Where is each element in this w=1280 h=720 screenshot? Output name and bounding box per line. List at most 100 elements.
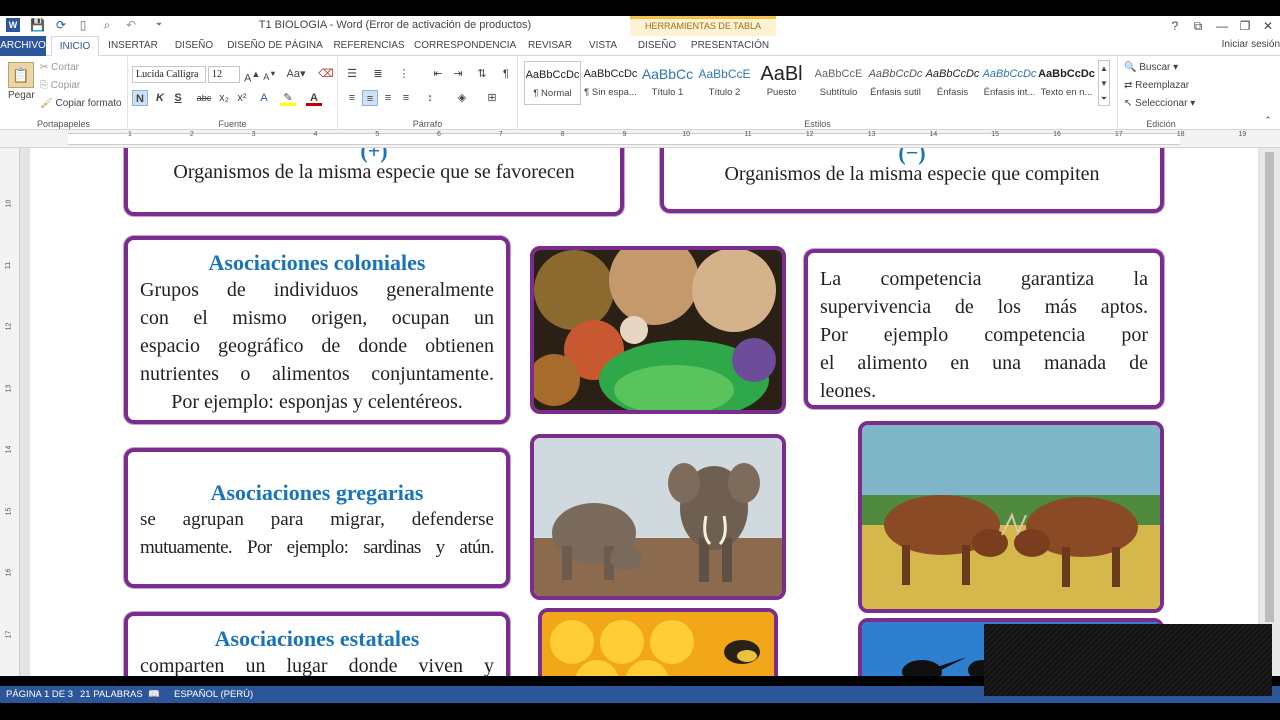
style-enfasis[interactable]: AaBbCcDc Énfasis [924,61,981,105]
copy-button[interactable]: ⎘ Copiar [40,78,80,94]
numbering-icon[interactable]: ≣ [370,66,386,82]
tab-inicio[interactable]: INICIO [51,36,99,57]
ruler-number: 9 [622,131,627,138]
style-preview: AaBbCc [641,66,694,82]
subscript-button[interactable]: x₂ [216,90,232,106]
font-color-icon[interactable]: A [306,90,322,106]
honeycomb-bee-image[interactable] [538,608,778,676]
align-center-icon[interactable]: ≡ [362,90,378,106]
font-size-select[interactable]: 12 [208,66,240,83]
tab-diseno[interactable]: DISEÑO [168,36,220,56]
ruler-number: 15 [991,131,1000,138]
decrease-indent-icon[interactable]: ⇤ [430,66,446,82]
style-preview: AaBbCcDc [1038,68,1095,80]
style-normal[interactable]: AaBbCcDc ¶ Normal [524,61,581,105]
find-button[interactable]: 🔍 Buscar ▾ [1124,60,1178,76]
multilevel-list-icon[interactable]: ⋮ [396,66,412,82]
align-left-icon[interactable]: ≡ [344,90,360,106]
highlight-color-icon[interactable]: ✎ [280,90,296,106]
replace-icon: ⇄ [1124,80,1133,91]
ruler-number: 4 [313,131,318,138]
bold-button[interactable]: N [132,90,148,106]
style-sin-espaciado[interactable]: AaBbCcDc ¶ Sin espa... [582,61,639,105]
borders-icon[interactable]: ⊞ [484,90,500,106]
tab-referencias[interactable]: REFERENCIAS [330,36,408,56]
style-preview: AaBbCcDc [868,68,923,80]
vertical-ruler-number: 17 [5,630,13,638]
vertical-scrollbar[interactable] [1260,148,1280,676]
bullets-icon[interactable]: ☰ [344,66,360,82]
style-titulo-1[interactable]: AaBbCc Título 1 [639,61,696,105]
select-button[interactable]: ↖ Seleccionar ▾ [1124,96,1195,112]
style-enfasis-intenso[interactable]: AaBbCcDc Énfasis int... [981,61,1038,105]
close-button[interactable]: ✕ [1258,17,1278,35]
gregarias-line-1: se agrupan para migrar, defenderse [140,509,494,530]
document-page[interactable]: (+) Organismos de la misma especie que s… [30,148,1258,676]
restore-button[interactable]: ❐ [1235,17,1255,35]
style-name: Énfasis [936,87,969,98]
line-spacing-icon[interactable]: ↕ [422,90,438,106]
ribbon-display-options-icon[interactable]: ⧉ [1188,17,1208,35]
word-count[interactable]: 21 PALABRAS [80,686,143,703]
language-indicator[interactable]: ESPAÑOL (PERÚ) [174,686,253,703]
tab-diseno-de-pagina[interactable]: DISEÑO DE PÁGINA [226,36,324,56]
style-enfasis-sutil[interactable]: AaBbCcDc Énfasis sutil [867,61,924,105]
font-name-select[interactable]: Lucida Calligra [132,66,206,83]
editing-group-label: Edición [1146,119,1176,129]
style-puesto[interactable]: AaBl Puesto [753,61,810,105]
tab-archivo[interactable]: ARCHIVO [0,36,46,56]
style-subtitulo[interactable]: AaBbCcE Subtítulo [810,61,867,105]
text-effects-icon[interactable]: A [256,90,272,106]
shrink-font-icon[interactable]: A▼ [262,66,278,82]
style-titulo-2[interactable]: AaBbCcE Título 2 [696,61,753,105]
minimize-button[interactable]: — [1212,17,1232,35]
tab-revisar[interactable]: REVISAR [522,36,578,56]
copy-icon: ⎘ [40,80,48,91]
coloniales-title: Asociaciones coloniales [208,250,426,275]
cut-button[interactable]: ✂ Cortar [40,60,79,76]
sort-icon[interactable]: ⇅ [474,66,490,82]
style-preview: AaBbCcDc [583,68,638,80]
ruler-number: 10 [682,131,691,138]
tab-presentacion[interactable]: PRESENTACIÓN [688,36,772,56]
underline-button[interactable]: S [170,90,186,106]
coral-reef-image[interactable] [530,246,786,414]
align-right-icon[interactable]: ≡ [380,90,396,106]
table-tools-contextual-label: HERRAMIENTAS DE TABLA [630,16,776,36]
coloniales-line-3: espacio geográfico de donde obtienen [140,335,494,357]
minus-sign: (−) [898,148,926,165]
tab-insertar[interactable]: INSERTAR [104,36,162,56]
change-case-icon[interactable]: Aa▾ [284,66,308,82]
scissors-icon: ✂ [40,62,49,73]
replace-button[interactable]: ⇄ Reemplazar [1124,78,1189,94]
sign-in-link[interactable]: Iniciar sesión [1222,36,1280,54]
tab-diseno-tabla[interactable]: DISEÑO [632,36,682,56]
collapse-ribbon-icon[interactable]: ⌃ [1260,112,1276,128]
show-marks-icon[interactable]: ¶ [498,66,514,82]
elephants-image[interactable] [530,434,786,600]
grow-font-icon[interactable]: A▲ [244,66,260,85]
clear-formatting-icon[interactable]: ⌫ [318,66,334,82]
styles-scroll-icon[interactable]: ▲ ▼ ⏷ [1098,60,1110,106]
proofing-icon[interactable]: 📖 [148,686,160,703]
tab-correspondencia[interactable]: CORRESPONDENCIA [414,36,516,56]
compete-card: (−) Organismos de la misma especie que c… [660,148,1164,213]
coloniales-line-4: nutrientes o alimentos conjuntamente. [140,363,494,385]
style-texto-en-negrita[interactable]: AaBbCcDc Texto en n... [1038,61,1095,105]
shading-icon[interactable]: ◈ [454,90,470,106]
styles-group: AaBbCcDc ¶ Normal AaBbCcDc ¶ Sin espa... A… [518,56,1118,130]
increase-indent-icon[interactable]: ⇥ [450,66,466,82]
scrollbar-thumb[interactable] [1265,152,1274,622]
italic-button[interactable]: K [152,90,168,106]
deer-fighting-image[interactable] [858,421,1164,613]
paste-button[interactable]: Pegar [8,88,35,104]
help-icon[interactable]: ? [1165,17,1185,35]
tab-vista[interactable]: VISTA [584,36,622,56]
page-count[interactable]: PÁGINA 1 DE 3 [6,686,73,703]
strikethrough-button[interactable]: abc [194,90,214,106]
superscript-button[interactable]: x² [234,90,250,106]
paragraph-group: ☰ ≣ ⋮ ⇤ ⇥ ⇅ ¶ ≡ ≡ ≡ ≡ ↕ ◈ ⊞ Párrafo [338,56,518,130]
justify-icon[interactable]: ≡ [398,90,414,106]
paste-icon[interactable]: 📋 [8,62,34,88]
format-painter-button[interactable]: 🖌 Copiar formato [40,96,122,112]
